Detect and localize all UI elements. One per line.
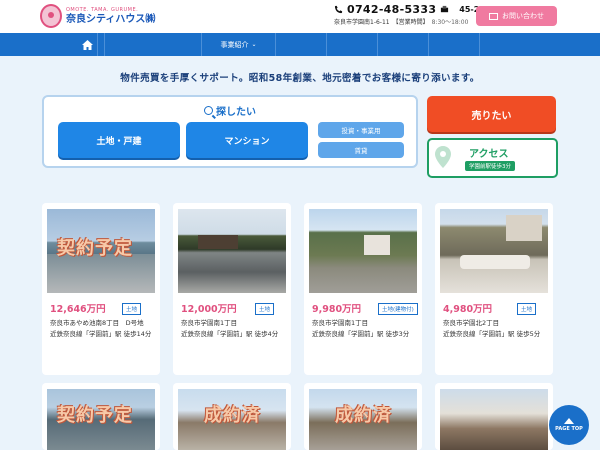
listing-card[interactable] — [435, 383, 553, 450]
listing-type-tag: 土地 — [255, 303, 275, 315]
site-header: OMOTE. TAMA. GURUME. 奈良シティハウス㈱ 0742-48-5… — [0, 0, 600, 33]
listing-card[interactable]: 契約予定 12,646万円 土地 奈良市あやめ池南8丁目 D号地 近鉄奈良線「学… — [42, 203, 160, 375]
search-title: 探したい — [44, 103, 416, 118]
site-logo[interactable]: OMOTE. TAMA. GURUME. 奈良シティハウス㈱ — [40, 4, 155, 28]
map-pin-icon — [435, 146, 451, 168]
fax-icon — [441, 5, 449, 13]
mansion-button[interactable]: マンション — [186, 122, 308, 158]
inquiry-label: お問い合わせ — [502, 12, 544, 20]
listing-card[interactable]: 契約予定 — [42, 383, 160, 450]
address: 奈良市学園南1-6-11 — [334, 19, 390, 26]
search-title-text: 探したい — [216, 107, 256, 118]
home-nav-button[interactable] — [78, 33, 98, 56]
page-top-label: PAGE TOP — [555, 426, 583, 432]
contact-info: 0742-48-5333 45-2662 奈良市学園南1-6-11 【営業時間】… — [334, 4, 496, 26]
listing-info: 奈良市学園南1丁目 近鉄奈良線「学園前」駅 徒歩3分 — [312, 319, 410, 338]
nav-item-empty[interactable] — [276, 33, 327, 56]
tagline: 物件売買を手厚くサポート。昭和58年創業、地元密着でお客様に寄り添います。 — [120, 73, 480, 84]
listing-info: 奈良市学園南1丁目 近鉄奈良線「学園前」駅 徒歩4分 — [181, 319, 279, 338]
nav-business-label: 事業紹介 — [220, 40, 249, 49]
listing-price: 9,980万円 — [312, 304, 362, 315]
phone-icon — [334, 5, 343, 14]
access-subtitle: 学園前駅徒歩3分 — [465, 161, 515, 171]
listing-photo — [440, 209, 548, 293]
listing-type-tag: 土地 — [517, 303, 537, 315]
sell-button[interactable]: 売りたい — [427, 96, 556, 132]
inquiry-button[interactable]: お問い合わせ — [476, 6, 557, 26]
listing-info: 奈良市あやめ池南8丁目 D号地 近鉄奈良線「学園前」駅 徒歩14分 — [50, 319, 152, 338]
access-button[interactable]: アクセス 学園前駅徒歩3分 — [427, 138, 558, 178]
nav-business-intro[interactable]: 事業紹介 ⌄ — [202, 33, 276, 56]
business-hours: 8:30～18:00 — [431, 19, 469, 26]
listing-info: 奈良市学園北2丁目 近鉄奈良線「学園前」駅 徒歩5分 — [443, 319, 541, 338]
listing-type-tag: 土地 — [122, 303, 142, 315]
logo-mascot-icon — [40, 4, 62, 28]
listing-price: 12,000万円 — [181, 304, 237, 315]
investment-button[interactable]: 投資・事業用 — [318, 122, 404, 138]
main-nav: 事業紹介 ⌄ — [0, 33, 600, 56]
listing-stamp: 成約済 — [335, 405, 392, 426]
logo-subtitle: OMOTE. TAMA. GURUME. — [66, 6, 139, 13]
listing-card[interactable]: 9,980万円 土地(建物付) 奈良市学園南1丁目 近鉄奈良線「学園前」駅 徒歩… — [304, 203, 422, 375]
nav-spacer — [104, 33, 202, 56]
nav-item-empty[interactable] — [429, 33, 480, 56]
listing-photo — [440, 389, 548, 450]
arrow-up-icon — [564, 418, 574, 424]
land-house-button[interactable]: 土地・戸建 — [58, 122, 180, 158]
page-top-button[interactable]: PAGE TOP — [549, 405, 589, 445]
nav-item-empty[interactable] — [378, 33, 429, 56]
listing-photo: 契約予定 — [47, 209, 155, 293]
listing-photo: 成約済 — [309, 389, 417, 450]
listing-type-tag: 土地(建物付) — [378, 303, 418, 315]
search-icon — [204, 106, 213, 115]
listing-price: 12,646万円 — [50, 304, 106, 315]
listing-photo — [178, 209, 286, 293]
listing-photo: 成約済 — [178, 389, 286, 450]
listing-card[interactable]: 成約済 — [173, 383, 291, 450]
listing-card[interactable]: 成約済 — [304, 383, 422, 450]
mail-icon — [489, 12, 498, 20]
listing-card[interactable]: 4,980万円 土地 奈良市学園北2丁目 近鉄奈良線「学園前」駅 徒歩5分 — [435, 203, 553, 375]
chevron-down-icon: ⌄ — [251, 41, 257, 48]
listing-card[interactable]: 12,000万円 土地 奈良市学園南1丁目 近鉄奈良線「学園前」駅 徒歩4分 — [173, 203, 291, 375]
listing-stamp: 契約予定 — [57, 405, 133, 426]
hours-label: 【営業時間】 — [392, 19, 429, 26]
listing-stamp: 成約済 — [204, 405, 261, 426]
nav-item-empty[interactable] — [327, 33, 378, 56]
home-icon — [82, 39, 93, 50]
listing-price: 4,980万円 — [443, 304, 493, 315]
listing-stamp: 契約予定 — [57, 238, 133, 259]
search-panel: 探したい 土地・戸建 マンション 投資・事業用 賃貸 — [42, 95, 418, 168]
listing-photo: 契約予定 — [47, 389, 155, 450]
listing-photo — [309, 209, 417, 293]
access-title: アクセス — [469, 149, 509, 160]
logo-name: 奈良シティハウス㈱ — [66, 13, 156, 25]
rental-button[interactable]: 賃貸 — [318, 142, 404, 158]
tel-number[interactable]: 0742-48-5333 — [347, 4, 436, 15]
